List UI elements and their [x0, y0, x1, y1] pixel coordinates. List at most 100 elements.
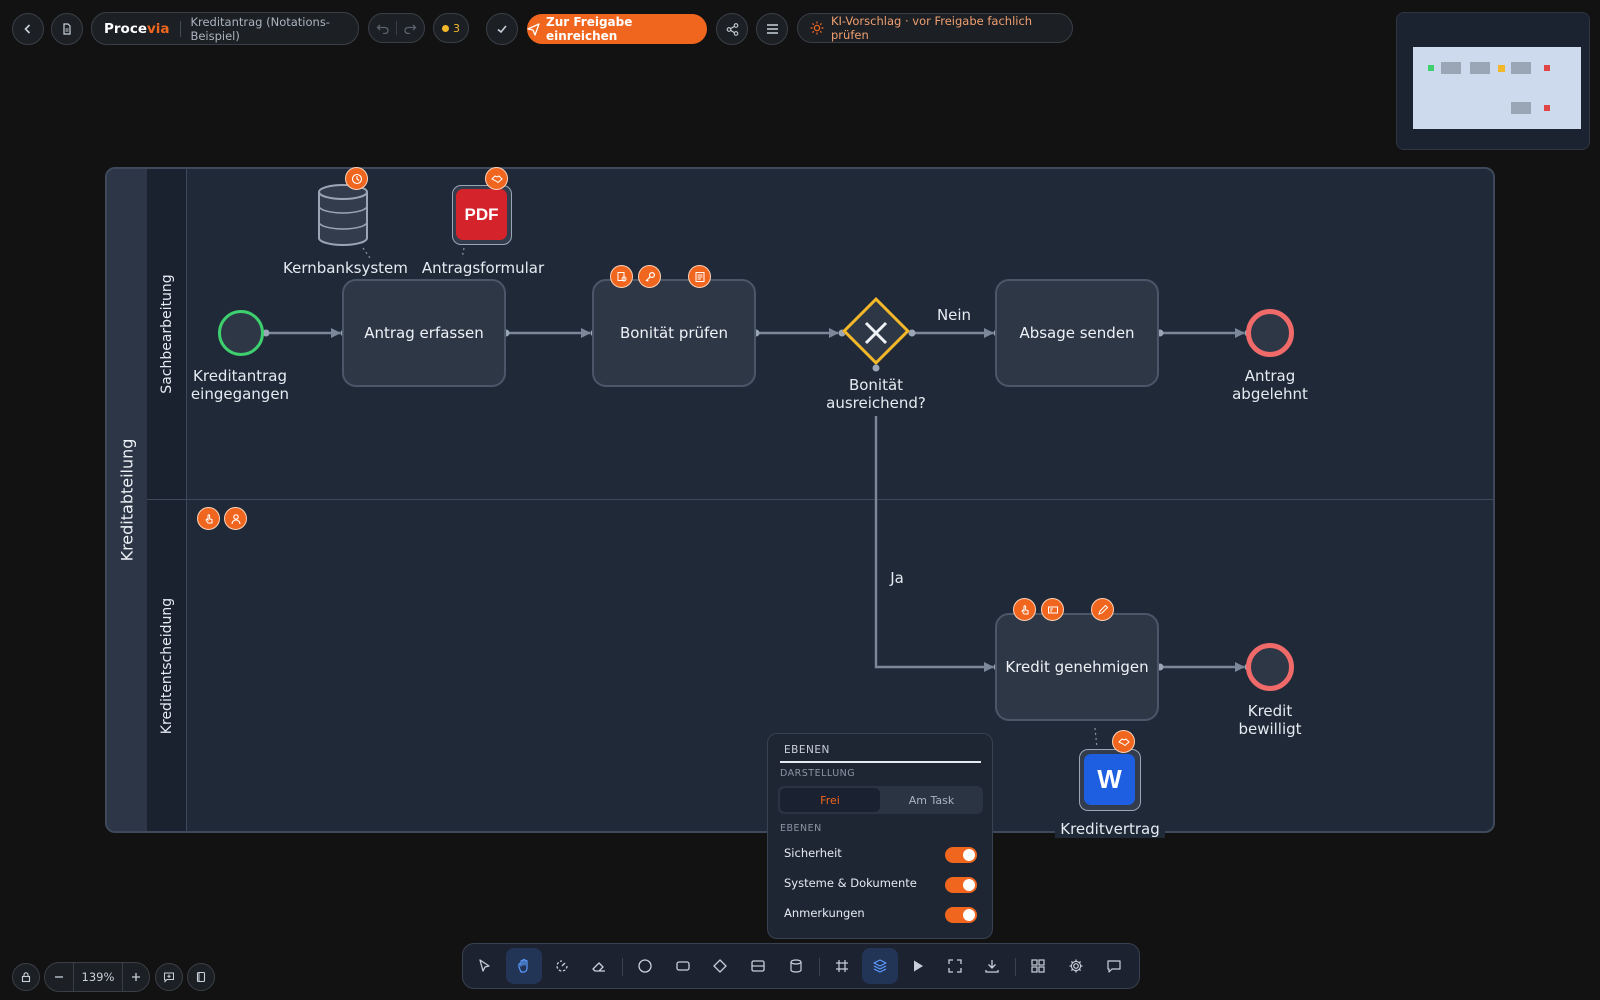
comments-button[interactable] [1096, 948, 1132, 984]
zoom-out-button[interactable] [49, 967, 69, 987]
cursor-icon [477, 958, 493, 974]
play-icon [910, 958, 926, 974]
eraser-tool[interactable] [581, 948, 617, 984]
apps-button[interactable] [1020, 948, 1056, 984]
datastore-tool[interactable] [778, 948, 814, 984]
end-event-rejected-label: Antrag abgelehnt [1232, 367, 1308, 403]
lock-button[interactable] [12, 963, 40, 991]
clock-icon [351, 173, 363, 185]
layer-toggle-systeme[interactable] [945, 877, 977, 893]
settings-button[interactable] [1058, 948, 1094, 984]
layer-toggle-sicherheit[interactable] [945, 847, 977, 863]
guide-button[interactable] [187, 963, 215, 991]
zoom-control: 139% [44, 962, 150, 992]
signature-badge[interactable] [1091, 598, 1114, 621]
task-kredit-genehmigen[interactable]: Kredit genehmigen [995, 613, 1159, 721]
touch-badge[interactable] [197, 507, 220, 530]
zoom-level[interactable]: 139% [74, 963, 122, 991]
connect-tool[interactable] [544, 948, 580, 984]
apps-grid-icon [1030, 958, 1046, 974]
kreditvertrag-label: Kreditvertrag [1055, 820, 1165, 838]
fit-view-button[interactable] [937, 948, 973, 984]
layers-panel: EBENEN DARSTELLUNG Frei Am Task EBENEN S… [767, 733, 993, 939]
diamond-icon [712, 958, 728, 974]
toolbar-divider [819, 958, 820, 976]
gear-icon [1068, 958, 1084, 974]
form-icon [694, 271, 706, 283]
event-tool[interactable] [627, 948, 663, 984]
add-comment-button[interactable] [155, 963, 183, 991]
user-icon [230, 513, 242, 525]
minus-icon [54, 972, 64, 982]
user-badge[interactable] [224, 507, 247, 530]
handshake-icon [1117, 736, 1130, 748]
lane-icon [750, 958, 766, 974]
plus-icon [131, 972, 141, 982]
end-event-rejected[interactable] [1246, 309, 1294, 357]
layer-label-anmerkungen: Anmerkungen [784, 906, 865, 920]
layers-toggle[interactable] [862, 948, 898, 984]
toolbar-divider [1015, 958, 1016, 976]
zoom-in-button[interactable] [126, 967, 146, 987]
form-badge[interactable] [688, 265, 711, 288]
end-event-approved[interactable] [1246, 643, 1294, 691]
gateway-label: Bonität ausreichend? [826, 376, 926, 412]
pan-tool[interactable] [506, 948, 542, 984]
end-event-approved-label: Kredit bewilligt [1238, 702, 1302, 738]
layers-panel-title: EBENEN [784, 744, 830, 756]
grid-icon [834, 958, 850, 974]
task-label: Kredit genehmigen [1005, 658, 1149, 676]
kreditvertrag-document[interactable]: W [1079, 749, 1141, 811]
bottom-toolbar [462, 943, 1140, 989]
hand-pointer-icon [203, 513, 215, 525]
id-card-icon [1047, 604, 1059, 616]
mode-task-button[interactable]: Am Task [882, 788, 981, 812]
book-icon [195, 971, 207, 983]
start-event-label: Kreditantrag eingegangen [190, 367, 290, 403]
kernbank-label: Kernbanksystem [283, 259, 408, 277]
pen-icon [1097, 604, 1109, 616]
section-display-heading: DARSTELLUNG [780, 768, 856, 779]
association-antragsformular [461, 247, 465, 259]
task-tool[interactable] [665, 948, 701, 984]
handshake-icon [490, 173, 503, 185]
layer-toggle-anmerkungen[interactable] [945, 907, 977, 923]
clock-badge[interactable] [345, 167, 368, 190]
start-event[interactable] [218, 310, 264, 356]
lane-tool[interactable] [740, 948, 776, 984]
id-card-badge[interactable] [1041, 598, 1064, 621]
toolbar-divider [622, 958, 623, 976]
handshake-badge[interactable] [485, 167, 508, 190]
antragsformular-label: Antragsformular [421, 259, 545, 277]
divider [122, 963, 123, 991]
section-layers-heading: EBENEN [780, 823, 822, 834]
antragsformular-document[interactable]: PDF [452, 185, 512, 245]
document-search-icon [616, 271, 628, 283]
task-antrag-erfassen[interactable]: Antrag erfassen [342, 279, 506, 387]
gateway-tool[interactable] [702, 948, 738, 984]
simulate-button[interactable] [900, 948, 936, 984]
layer-label-sicherheit: Sicherheit [784, 846, 842, 860]
key-icon [644, 271, 656, 283]
task-label: Absage senden [1019, 324, 1135, 342]
flow-gateway-to-kredit [874, 416, 994, 672]
hand-icon [516, 958, 532, 974]
task-absage-senden[interactable]: Absage senden [995, 279, 1159, 387]
handshake-badge[interactable] [1112, 730, 1135, 753]
select-tool[interactable] [467, 948, 503, 984]
task-bonitaet-pruefen[interactable]: Bonität prüfen [592, 279, 756, 387]
rectangle-icon [675, 958, 691, 974]
flow-label-yes: Ja [890, 569, 904, 587]
download-icon [984, 958, 1000, 974]
kernbank-database[interactable] [317, 184, 369, 246]
pdf-icon: PDF [456, 189, 507, 240]
key-badge[interactable] [638, 265, 661, 288]
lasso-icon [554, 958, 570, 974]
grid-toggle[interactable] [824, 948, 860, 984]
mode-free-button[interactable]: Frei [780, 788, 880, 812]
document-check-badge[interactable] [610, 265, 633, 288]
task-label: Antrag erfassen [364, 324, 484, 342]
chat-icon [1106, 958, 1122, 974]
export-button[interactable] [974, 948, 1010, 984]
touch-badge[interactable] [1013, 598, 1036, 621]
